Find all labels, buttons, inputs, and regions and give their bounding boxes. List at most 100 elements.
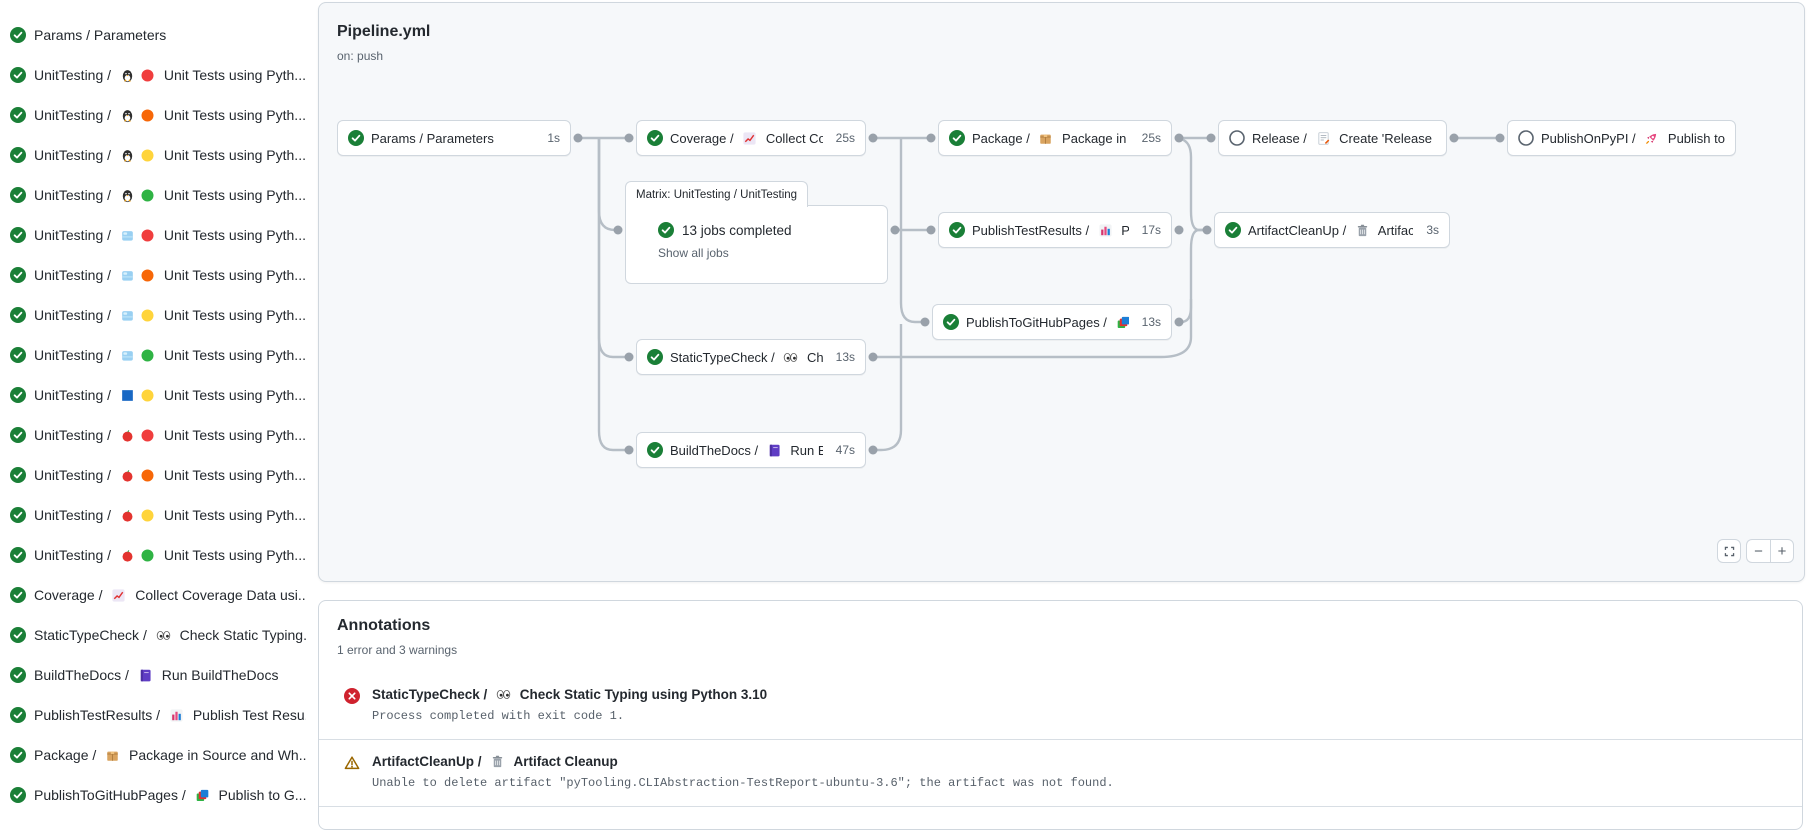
success-icon [1225,222,1241,238]
zoom-in-button[interactable]: + [1770,539,1794,563]
sidebar-item[interactable]: BuildTheDocs / Run BuildTheDocs [0,655,306,695]
label-text: Pu... [1118,223,1129,238]
success-icon [949,222,965,238]
matrix-jobs-completed: 13 jobs completed [682,223,792,238]
sidebar-item[interactable]: StaticTypeCheck / Check Static Typing... [0,615,306,655]
graph-node-build_the_docs[interactable]: BuildTheDocs / Run Buil...47s [636,432,866,468]
sidebar-item[interactable]: PublishTestResults / Publish Test Resu..… [0,695,306,735]
py-orange-icon [140,268,155,283]
graph-node-publish_test_results[interactable]: PublishTestResults / Pu...17s [938,212,1172,248]
py-orange-icon [140,108,155,123]
sidebar-item[interactable]: UnitTesting / Unit Tests using Pyth... [0,455,306,495]
label-text: Params / Parameters [371,131,494,146]
chart-increasing-icon [742,131,757,146]
success-icon [10,467,26,483]
annotation-job-link[interactable]: StaticTypeCheck / Check Static Typing us… [372,687,767,702]
eyes-icon [783,350,798,365]
label-text: ArtifactCleanUp / [372,754,485,769]
annotations-summary: 1 error and 3 warnings [337,643,457,657]
label-text: UnitTesting / [34,147,115,163]
node-label: Package / Package in So... [972,131,1129,146]
success-icon [10,27,26,43]
label-text: PublishOnPyPI / [1541,131,1639,146]
sidebar-item-label: UnitTesting / Unit Tests using Pyth... [34,427,306,443]
sidebar-item[interactable]: UnitTesting / Unit Tests using Pyth... [0,295,306,335]
label-text: Chec... [803,350,822,365]
py-orange-icon [140,468,155,483]
py-green-icon [140,348,155,363]
label-text: Unit Tests using Pyth... [160,547,306,563]
graph-node-artifact_cleanup[interactable]: ArtifactCleanUp / Artifac...3s [1214,212,1450,248]
success-icon [10,507,26,523]
sidebar-item[interactable]: UnitTesting / Unit Tests using Pyth... [0,215,306,255]
graph-node-package[interactable]: Package / Package in So...25s [938,120,1172,156]
label-text: Collect Coverage Data usi... [131,587,306,603]
success-icon [10,627,26,643]
node-label: Params / Parameters [371,131,534,146]
success-icon [10,547,26,563]
success-icon [647,442,663,458]
label-text: Artifac... [1375,223,1413,238]
sidebar-item[interactable]: UnitTesting / Unit Tests using Pyth... [0,535,306,575]
label-text: Params / Parameters [34,27,166,43]
sidebar-item-label: UnitTesting / Unit Tests using Pyth... [34,67,306,83]
sidebar-item[interactable]: PublishToGitHubPages / Publish to G... [0,775,306,815]
node-label: ArtifactCleanUp / Artifac... [1248,223,1413,238]
linux-icon [120,108,135,123]
py-yellow-icon [140,508,155,523]
freebsd-icon [120,268,135,283]
label-text: Artifact Cleanup [510,754,618,769]
label-text: Create 'Release P... [1336,131,1436,146]
success-icon [943,314,959,330]
graph-node-publish_gh_pages[interactable]: PublishToGitHubPages / ...13s [932,304,1172,340]
sidebar-item[interactable]: UnitTesting / Unit Tests using Pyth... [0,415,306,455]
label-text: UnitTesting / [34,107,115,123]
graph-node-static_type_check[interactable]: StaticTypeCheck / Chec...13s [636,339,866,375]
graph-node-coverage[interactable]: Coverage / Collect Cove...25s [636,120,866,156]
sidebar-item[interactable]: UnitTesting / Unit Tests using Pyth... [0,495,306,535]
label-text: PublishToGitHubPages / [34,787,190,803]
success-icon [10,187,26,203]
annotation-job-link[interactable]: ArtifactCleanUp / Artifact Cleanup [372,754,1114,769]
matrix-jobs-node[interactable]: 13 jobs completed [626,206,887,238]
sidebar-item[interactable]: Package / Package in Source and Wh... [0,735,306,775]
node-label: PublishOnPyPI / Publish to ... [1541,131,1725,146]
rocket-icon [1644,131,1659,146]
sidebar-item[interactable]: UnitTesting / Unit Tests using Pyth... [0,255,306,295]
label-text: UnitTesting / [34,507,115,523]
label-text: UnitTesting / [34,67,115,83]
sidebar-item-label: PublishToGitHubPages / Publish to G... [34,787,306,803]
label-text: BuildTheDocs / [670,443,762,458]
annotation-row-error: StaticTypeCheck / Check Static Typing us… [319,673,1802,740]
label-text: Unit Tests using Pyth... [160,347,306,363]
linux-icon [120,68,135,83]
sidebar-item[interactable]: UnitTesting / Unit Tests using Pyth... [0,175,306,215]
sidebar-item[interactable]: UnitTesting / Unit Tests using Pyth... [0,95,306,135]
show-all-jobs-link[interactable]: Show all jobs [626,238,887,260]
success-icon [10,227,26,243]
fullscreen-button[interactable] [1717,539,1741,563]
node-label: PublishToGitHubPages / ... [966,315,1129,330]
sidebar-item-label: BuildTheDocs / Run BuildTheDocs [34,667,278,683]
zoom-out-button[interactable]: − [1746,539,1770,563]
sidebar-item[interactable]: Coverage / Collect Coverage Data usi... [0,575,306,615]
book-icon [138,668,153,683]
label-text: Package in So... [1058,131,1128,146]
graph-node-release[interactable]: Release / Create 'Release P... [1218,120,1447,156]
freebsd-icon [120,228,135,243]
sidebar-item[interactable]: UnitTesting / Unit Tests using Pyth... [0,375,306,415]
sidebar-item[interactable]: UnitTesting / Unit Tests using Pyth... [0,135,306,175]
sidebar-item[interactable]: UnitTesting / Unit Tests using Pyth... [0,335,306,375]
sidebar-item-label: Params / Parameters [34,27,166,43]
success-icon [658,222,674,238]
graph-node-publish_pypi[interactable]: PublishOnPyPI / Publish to ... [1507,120,1736,156]
sidebar-item[interactable]: UnitTesting / Unit Tests using Pyth... [0,55,306,95]
label-text: Publish to G... [215,787,306,803]
sidebar-item[interactable]: Params / Parameters [0,15,306,55]
success-icon [10,147,26,163]
success-icon [647,130,663,146]
linux-icon [120,188,135,203]
graph-node-params[interactable]: Params / Parameters1s [337,120,571,156]
node-label: Coverage / Collect Cove... [670,131,823,146]
label-text: Unit Tests using Pyth... [160,467,306,483]
